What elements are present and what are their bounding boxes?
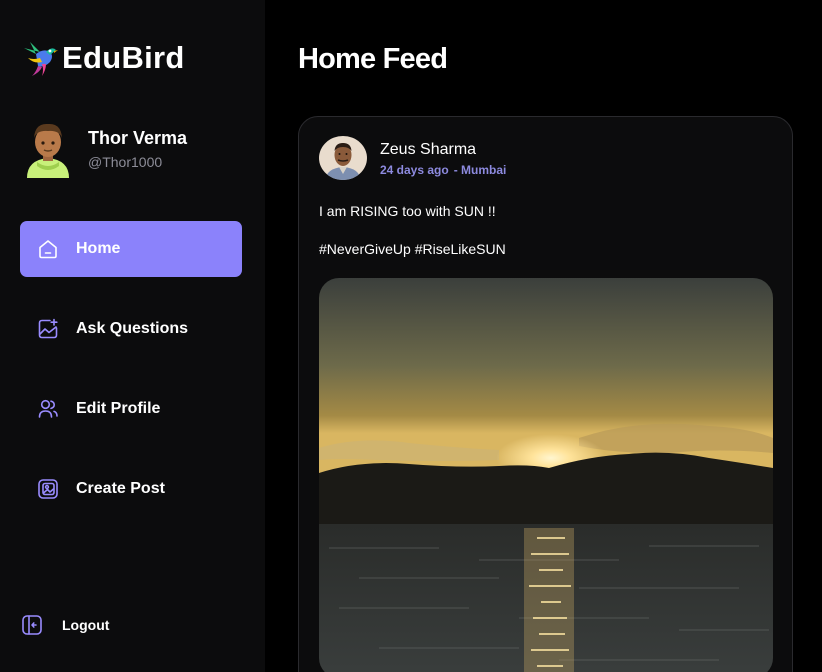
sidebar-item-edit-profile[interactable]: Edit Profile bbox=[20, 381, 242, 437]
logout-button[interactable]: Logout bbox=[20, 613, 109, 637]
sidebar-item-label: Edit Profile bbox=[76, 400, 161, 417]
sidebar-item-label: Home bbox=[76, 240, 121, 257]
sidebar-item-ask-questions[interactable]: Ask Questions bbox=[20, 301, 242, 357]
logout-label: Logout bbox=[62, 617, 110, 633]
sidebar-item-create-post[interactable]: Create Post bbox=[20, 461, 242, 517]
post-text: I am RISING too with SUN !! bbox=[319, 203, 496, 219]
post-hashtags[interactable]: #NeverGiveUp #RiseLikeSUN bbox=[319, 241, 506, 257]
avatar bbox=[27, 123, 69, 178]
user-name: Thor Verma bbox=[88, 128, 188, 148]
logout-icon bbox=[20, 613, 44, 637]
post-image[interactable] bbox=[319, 278, 773, 672]
user-handle: @Thor1000 bbox=[88, 154, 163, 170]
user-profile[interactable]: Thor Verma @Thor1000 bbox=[23, 120, 187, 178]
sidebar: EduBird Thor Verma @Thor1000 Home Ask Qu… bbox=[0, 0, 265, 672]
post-card: Zeus Sharma 24 days ago - Mumbai I am RIS… bbox=[298, 116, 793, 672]
users-icon bbox=[36, 397, 60, 421]
post-author-name[interactable]: Zeus Sharma bbox=[380, 141, 476, 159]
hummingbird-logo-icon bbox=[24, 42, 58, 76]
post-meta: 24 days ago - Mumbai bbox=[380, 163, 506, 177]
post-author-avatar[interactable] bbox=[319, 136, 367, 180]
post-location: - Mumbai bbox=[453, 163, 507, 177]
sidebar-nav: Home Ask Questions Edit Profile Create P… bbox=[20, 221, 242, 541]
sidebar-item-label: Ask Questions bbox=[76, 320, 189, 337]
image-plus-icon bbox=[36, 317, 60, 341]
logo[interactable]: EduBird bbox=[20, 38, 185, 78]
home-icon bbox=[36, 237, 60, 261]
post-time: 24 days ago bbox=[380, 163, 449, 177]
gallery-icon bbox=[36, 477, 60, 501]
app-name: EduBird bbox=[62, 40, 185, 75]
sidebar-item-home[interactable]: Home bbox=[20, 221, 242, 277]
sidebar-item-label: Create Post bbox=[76, 480, 165, 497]
page-title: Home Feed bbox=[298, 43, 448, 75]
